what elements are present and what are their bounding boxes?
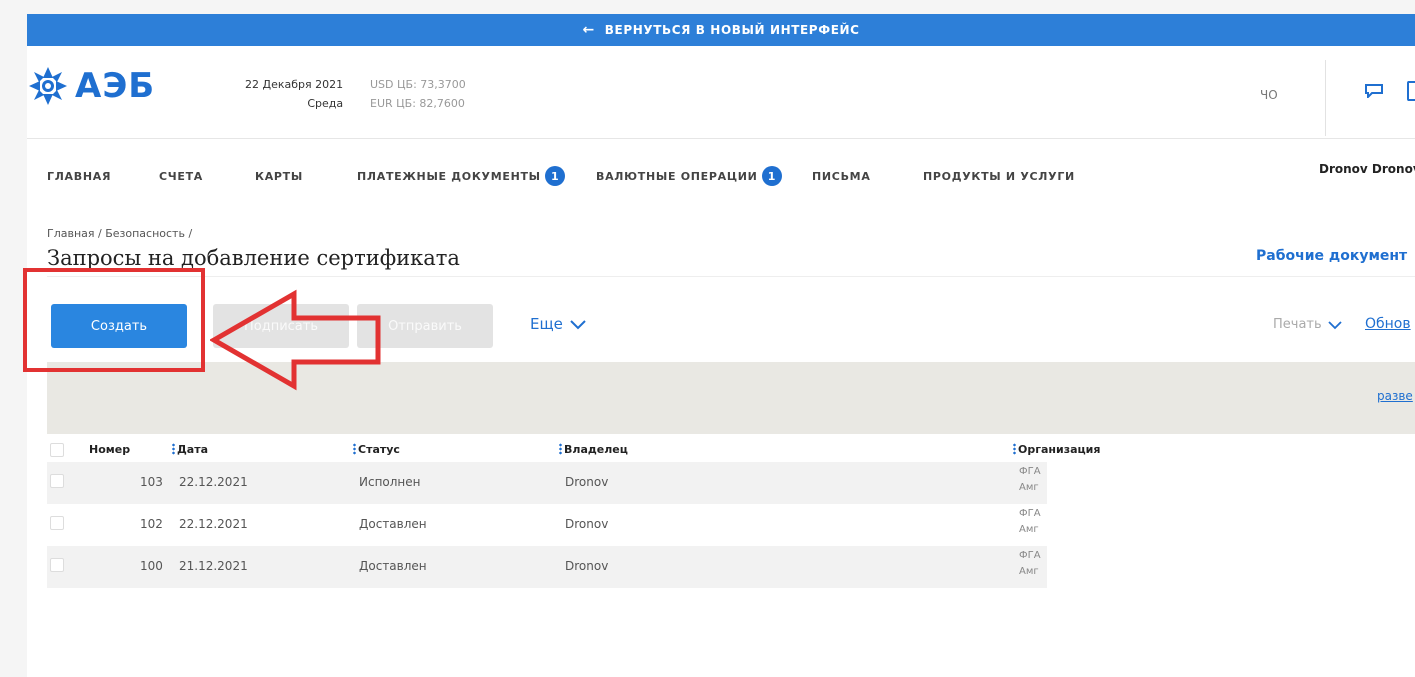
cell-date: 21.12.2021: [179, 559, 248, 573]
header-separator: [27, 138, 1415, 139]
document-icon[interactable]: [1407, 81, 1415, 101]
cell-organization: ФГА Амг: [1019, 464, 1046, 496]
logo-mark-icon: [29, 67, 67, 105]
nav-label: ПЛАТЕЖНЫЕ ДОКУМЕНТЫ: [357, 169, 541, 183]
nav-item-currency-operations[interactable]: ВАЛЮТНЫЕ ОПЕРАЦИИ 1: [596, 166, 782, 186]
row-checkbox[interactable]: [50, 516, 64, 530]
nav-label: ПРОДУКТЫ И УСЛУГИ: [923, 169, 1075, 183]
cell-organization: ФГА Амг: [1019, 548, 1046, 580]
user-name[interactable]: Dronov Dronov: [1319, 162, 1415, 176]
nav-label: КАРТЫ: [255, 169, 303, 183]
org-line: ФГА: [1019, 508, 1041, 519]
more-dropdown[interactable]: Еще: [530, 315, 587, 333]
cell-date: 22.12.2021: [179, 517, 248, 531]
eur-rate: EUR ЦБ: 82,7600: [370, 97, 465, 110]
table-header: Номер Дата Статус Владелец Организация: [47, 438, 1415, 462]
page: ← ВЕРНУТЬСЯ В НОВЫЙ ИНТЕРФЕЙС АЭБ 22 Дек…: [23, 14, 1415, 677]
nav-item-home[interactable]: ГЛАВНАЯ: [47, 170, 111, 183]
cell-status: Доставлен: [359, 517, 427, 531]
select-all-checkbox[interactable]: [50, 443, 64, 457]
usd-rate: USD ЦБ: 73,3700: [370, 78, 466, 91]
highlight-box: [23, 268, 205, 372]
column-resize-handle[interactable]: [172, 443, 175, 455]
nav-item-accounts[interactable]: СЧЕТА: [159, 170, 203, 183]
current-date: 22 Декабря 2021 Среда: [245, 75, 343, 113]
work-documents-link[interactable]: Рабочие документ: [1256, 248, 1407, 264]
org-line: ФГА: [1019, 466, 1041, 477]
breadcrumb[interactable]: Главная / Безопасность /: [47, 227, 192, 240]
nav-item-letters[interactable]: ПИСЬМА: [812, 170, 871, 183]
cell-organization: ФГА Амг: [1019, 506, 1046, 538]
payment-documents-badge: 1: [544, 166, 565, 186]
nav-label: ГЛАВНАЯ: [47, 169, 112, 183]
refresh-link[interactable]: Обнов: [1365, 316, 1411, 332]
more-label: Еще: [530, 315, 563, 333]
chevron-down-icon: [1328, 320, 1342, 329]
date-text: 22 Декабря 2021: [245, 78, 344, 91]
chevron-down-icon: [570, 320, 586, 330]
back-to-new-interface-banner[interactable]: ← ВЕРНУТЬСЯ В НОВЫЙ ИНТЕРФЕЙС: [27, 14, 1415, 46]
row-checkbox[interactable]: [50, 474, 64, 488]
cell-number: 102: [140, 517, 163, 531]
org-line: Амг: [1019, 566, 1039, 577]
chat-icon[interactable]: [1365, 84, 1383, 98]
nav-item-products[interactable]: ПРОДУКТЫ И УСЛУГИ: [923, 170, 1075, 183]
expand-filter-link[interactable]: разве: [1377, 389, 1413, 403]
bank-logo[interactable]: АЭБ: [27, 64, 155, 108]
cell-number: 100: [140, 559, 163, 573]
org-line: Амг: [1019, 482, 1039, 493]
logo-text: АЭБ: [75, 66, 156, 106]
page-title: Запросы на добавление сертификата: [47, 246, 460, 270]
org-line: Амг: [1019, 524, 1039, 535]
banner-text: ВЕРНУТЬСЯ В НОВЫЙ ИНТЕРФЕЙС: [604, 23, 860, 37]
cell-owner: Dronov: [565, 475, 609, 489]
exchange-rates: USD ЦБ: 73,3700 EUR ЦБ: 82,7600: [370, 75, 466, 113]
column-header-number[interactable]: Номер: [89, 443, 130, 456]
currency-operations-badge: 1: [761, 166, 782, 186]
arrow-left-icon: ←: [582, 22, 595, 38]
table-row[interactable]: 102 22.12.2021 Доставлен Dronov ФГА Амг: [47, 504, 1047, 546]
weekday-text: Среда: [307, 97, 344, 110]
table-row[interactable]: 103 22.12.2021 Исполнен Dronov ФГА Амг: [47, 462, 1047, 504]
nav-label: ВАЛЮТНЫЕ ОПЕРАЦИИ: [596, 169, 758, 183]
column-header-label: Организация: [1018, 443, 1101, 456]
pointer-arrow-icon: [210, 289, 381, 391]
cell-number: 103: [140, 475, 163, 489]
table-row[interactable]: 100 21.12.2021 Доставлен Dronov ФГА Амг: [47, 546, 1047, 588]
cell-owner: Dronov: [565, 517, 609, 531]
column-header-owner[interactable]: Владелец: [559, 443, 628, 456]
cell-status: Исполнен: [359, 475, 421, 489]
print-label: Печать: [1273, 317, 1322, 332]
cell-status: Доставлен: [359, 559, 427, 573]
column-resize-handle[interactable]: [353, 443, 356, 455]
column-resize-handle[interactable]: [1013, 443, 1016, 455]
org-line: ФГА: [1019, 550, 1041, 561]
cell-owner: Dronov: [565, 559, 609, 573]
column-header-label: Владелец: [564, 443, 628, 456]
nav-item-payment-documents[interactable]: ПЛАТЕЖНЫЕ ДОКУМЕНТЫ 1: [357, 166, 565, 186]
print-dropdown[interactable]: Печать: [1273, 317, 1343, 332]
nav-label: СЧЕТА: [159, 169, 203, 183]
nav-label: ПИСЬМА: [812, 169, 871, 183]
header-divider: [1325, 60, 1326, 136]
column-header-date[interactable]: Дата: [172, 443, 208, 456]
column-resize-handle[interactable]: [559, 443, 562, 455]
nav-item-cards[interactable]: КАРТЫ: [255, 170, 303, 183]
cell-date: 22.12.2021: [179, 475, 248, 489]
table-overlay-blank: [1047, 462, 1415, 607]
column-header-label: Статус: [358, 443, 400, 456]
row-checkbox[interactable]: [50, 558, 64, 572]
column-header-label: Дата: [177, 443, 209, 456]
column-header-organization[interactable]: Организация: [1013, 443, 1100, 456]
header-right-label: ЧО: [1260, 88, 1278, 102]
column-header-status[interactable]: Статус: [353, 443, 400, 456]
